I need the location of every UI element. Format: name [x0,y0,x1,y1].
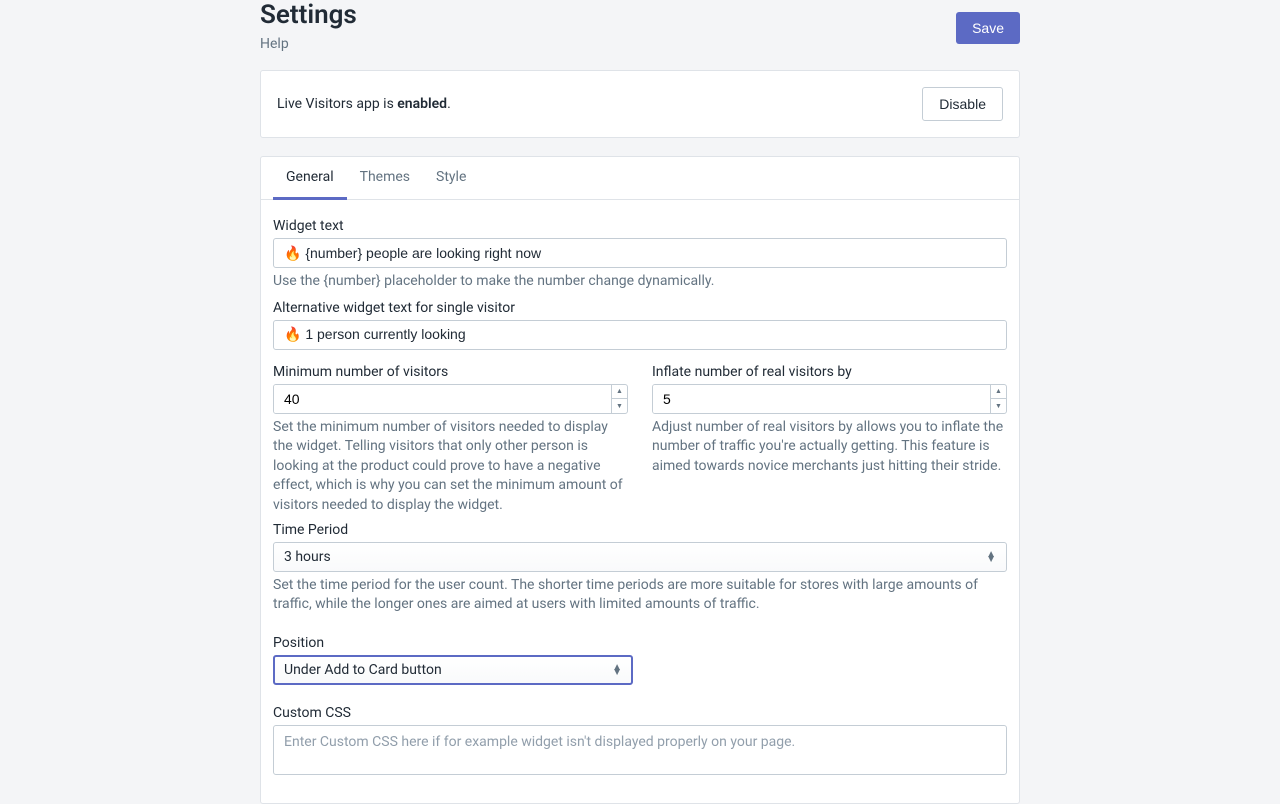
chevron-updown-icon: ▲▼ [986,552,996,562]
widget-text-help: Use the {number} placeholder to make the… [273,272,1007,292]
position-label: Position [273,635,1007,651]
alt-text-label: Alternative widget text for single visit… [273,300,1007,316]
chevron-updown-icon: ▲▼ [612,665,622,675]
time-period-select[interactable]: 3 hours ▲▼ [273,542,1007,572]
page-title: Settings [260,0,357,30]
help-link[interactable]: Help [260,36,289,52]
min-visitors-help: Set the minimum number of visitors neede… [273,418,628,516]
inflate-up-icon[interactable]: ▲ [991,385,1006,400]
disable-button[interactable]: Disable [922,87,1003,121]
inflate-input[interactable]: ▲ ▼ [652,384,1007,414]
tabs: General Themes Style [261,157,1019,200]
min-visitors-down-icon[interactable]: ▼ [612,399,627,413]
tab-style[interactable]: Style [423,157,479,199]
inflate-label: Inflate number of real visitors by [652,364,1007,380]
min-visitors-label: Minimum number of visitors [273,364,628,380]
time-period-help: Set the time period for the user count. … [273,576,1007,615]
status-card: Live Visitors app is enabled. Disable [260,70,1020,138]
inflate-down-icon[interactable]: ▼ [991,399,1006,413]
tab-general[interactable]: General [273,157,347,200]
save-button[interactable]: Save [956,12,1020,44]
custom-css-label: Custom CSS [273,705,1007,721]
time-period-label: Time Period [273,522,1007,538]
alt-text-input[interactable] [273,320,1007,350]
status-text: Live Visitors app is enabled. [277,96,451,112]
min-visitors-up-icon[interactable]: ▲ [612,385,627,400]
settings-card: General Themes Style Widget text Use the… [260,156,1020,804]
position-select[interactable]: Under Add to Card button ▲▼ [273,655,633,685]
inflate-help: Adjust number of real visitors by allows… [652,418,1007,477]
widget-text-label: Widget text [273,218,1007,234]
tab-themes[interactable]: Themes [347,157,423,199]
min-visitors-input[interactable]: ▲ ▼ [273,384,628,414]
widget-text-input[interactable] [273,238,1007,268]
custom-css-input[interactable] [273,725,1007,775]
